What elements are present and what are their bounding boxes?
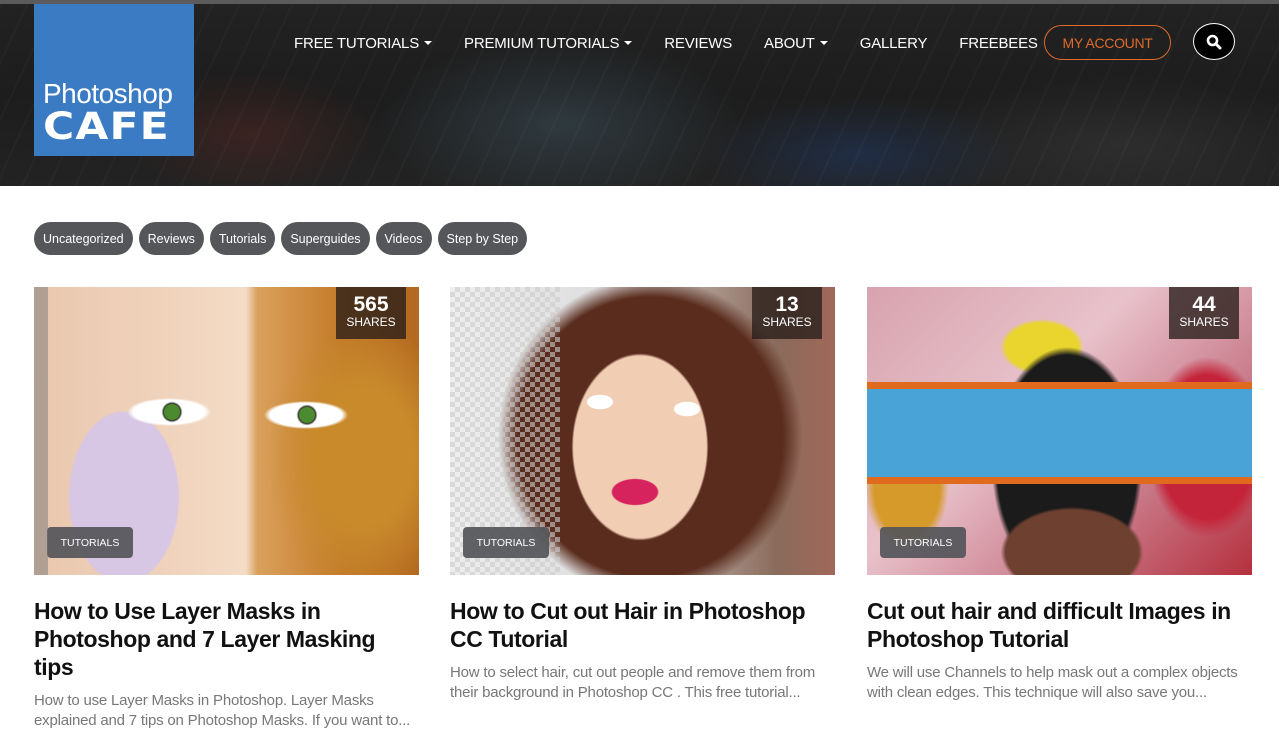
main-nav: FREE TUTORIALS PREMIUM TUTORIALS REVIEWS… (294, 26, 1070, 60)
category-pill-videos[interactable]: Videos (375, 222, 432, 255)
search-button[interactable] (1193, 23, 1235, 60)
nav-item-reviews[interactable]: REVIEWS (664, 35, 732, 52)
post-thumbnail[interactable]: 13 SHARES TUTORIALS (450, 287, 835, 575)
logo-text-cafe: CAFE (43, 105, 170, 148)
category-pill-uncategorized[interactable]: Uncategorized (34, 222, 133, 255)
caret-down-icon (819, 41, 828, 45)
nav-item-freebees[interactable]: FREEBEES (959, 34, 1038, 52)
share-count: 565 (353, 293, 389, 316)
category-filter-bar: Uncategorized Reviews Tutorials Supergui… (34, 222, 533, 255)
logo-text-photoshop: Photoshop (43, 78, 173, 109)
nav-item-label: ABOUT (764, 34, 815, 52)
nav-item-premium-tutorials[interactable]: PREMIUM TUTORIALS (464, 34, 633, 52)
post-title[interactable]: Cut out hair and difficult Images in Pho… (867, 597, 1252, 653)
nav-item-label: REVIEWS (664, 34, 733, 52)
post-thumbnail[interactable]: 44 SHARES TUTORIALS (867, 287, 1252, 575)
caret-down-icon (424, 41, 433, 45)
post-category-tag[interactable]: TUTORIALS (880, 527, 966, 558)
category-pill-tutorials[interactable]: Tutorials (209, 222, 276, 255)
post-excerpt: We will use Channels to help mask out a … (867, 664, 1238, 701)
nav-item-label: PREMIUM TUTORIALS (464, 34, 620, 52)
post-title[interactable]: How to Cut out Hair in Photoshop CC Tuto… (450, 597, 835, 653)
my-account-button[interactable]: MY ACCOUNT (1044, 25, 1171, 60)
nav-item-label: FREE TUTORIALS (294, 34, 420, 52)
post-excerpt: How to use Layer Masks in Photoshop. Lay… (34, 692, 411, 729)
nav-item-gallery[interactable]: GALLERY (860, 35, 928, 52)
share-label: SHARES (1179, 315, 1229, 329)
post-category-tag[interactable]: TUTORIALS (47, 527, 133, 558)
nav-item-about[interactable]: ABOUT (764, 35, 828, 52)
post-title[interactable]: How to Use Layer Masks in Photoshop and … (34, 597, 419, 681)
category-pill-superguides[interactable]: Superguides (281, 222, 370, 255)
post-card: 44 SHARES TUTORIALS Cut out hair and dif… (867, 287, 1252, 702)
nav-item-label: GALLERY (859, 34, 928, 52)
share-label: SHARES (762, 315, 812, 329)
site-header: Photoshop CAFE FREE TUTORIALS PREMIUM TU… (0, 0, 1279, 186)
post-card: 565 SHARES TUTORIALS How to Use Layer Ma… (34, 287, 419, 730)
post-thumbnail[interactable]: 565 SHARES TUTORIALS (34, 287, 419, 575)
share-count-badge: 44 SHARES (1169, 287, 1239, 339)
share-count-badge: 565 SHARES (336, 287, 406, 339)
post-category-tag[interactable]: TUTORIALS (463, 527, 549, 558)
category-pill-step-by-step[interactable]: Step by Step (437, 222, 528, 255)
nav-item-free-tutorials[interactable]: FREE TUTORIALS (294, 34, 433, 52)
site-logo[interactable]: Photoshop CAFE (34, 4, 194, 156)
share-label: SHARES (346, 315, 396, 329)
search-icon (1206, 34, 1222, 49)
post-excerpt: How to select hair, cut out people and r… (450, 664, 816, 701)
share-count: 44 (1192, 293, 1216, 316)
post-card: 13 SHARES TUTORIALS How to Cut out Hair … (450, 287, 835, 702)
nav-item-label: FREEBEES (959, 34, 1038, 52)
share-count-badge: 13 SHARES (752, 287, 822, 339)
share-count: 13 (775, 293, 799, 316)
caret-down-icon (624, 41, 633, 45)
category-pill-reviews[interactable]: Reviews (138, 222, 204, 255)
